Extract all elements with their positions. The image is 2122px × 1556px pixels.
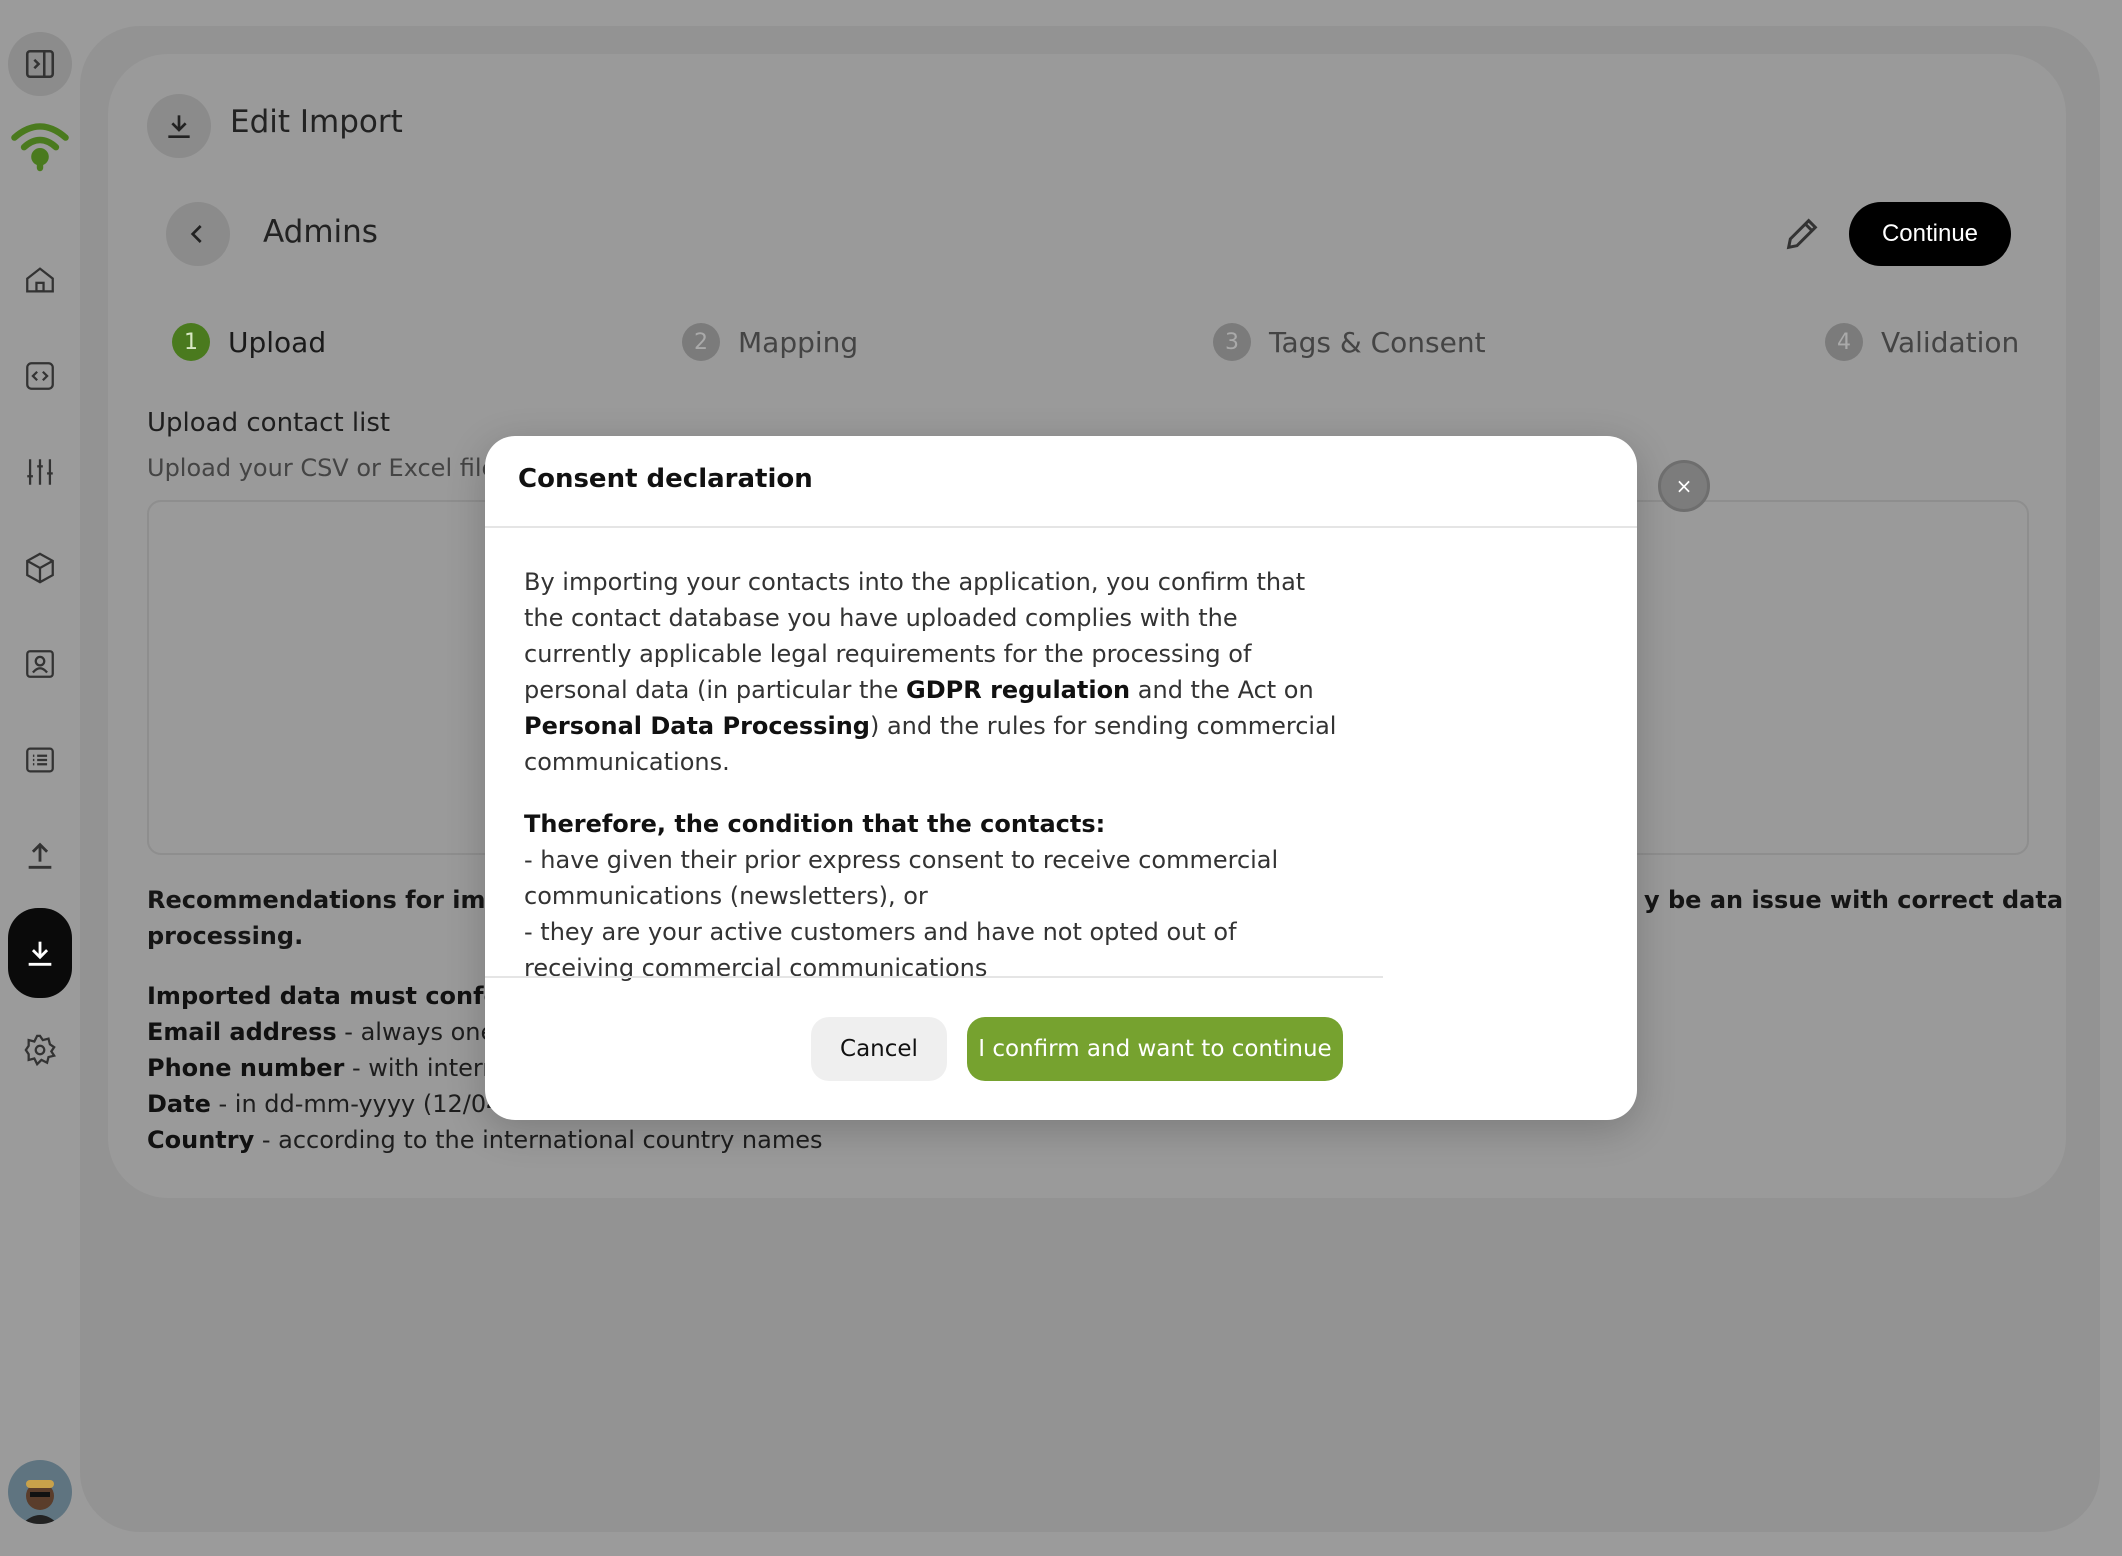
rule-value: - according to the international country… [254,1126,823,1154]
rule-key: Email address [147,1018,337,1046]
sliders-icon[interactable] [8,440,72,504]
page-title: Edit Import [230,104,403,140]
step-upload[interactable]: 1 Upload [172,322,326,362]
step-validation[interactable]: 4 Validation [1825,322,2019,362]
continue-button[interactable]: Continue [1849,202,2011,266]
step-number: 3 [1213,323,1251,361]
upload-icon[interactable] [8,824,72,888]
modal-body: By importing your contacts into the appl… [524,564,1344,1012]
consent-modal: Consent declaration By importing your co… [485,436,1637,1120]
step-label: Upload [228,325,327,359]
avatar[interactable] [8,1460,72,1524]
box-icon[interactable] [8,536,72,600]
step-label: Validation [1881,325,2020,359]
recommendations-text-right: y be an issue with correct data [1644,886,2064,914]
back-button[interactable] [166,202,230,266]
condition-item: - have given their prior express consent… [524,846,1279,910]
step-number: 4 [1825,323,1863,361]
step-number: 2 [682,323,720,361]
consent-text: and the Act on [1130,676,1314,704]
divider [485,526,1637,528]
confirm-button[interactable]: I confirm and want to continue [967,1017,1343,1081]
cancel-button[interactable]: Cancel [811,1017,947,1081]
step-mapping[interactable]: 2 Mapping [682,322,858,362]
contact-icon[interactable] [8,632,72,696]
rule-value: - in dd-mm-yyyy (12/04/2 [210,1090,525,1118]
rule-key: Phone number [147,1054,345,1082]
consent-text-bold: GDPR regulation [906,676,1131,704]
upload-title: Upload contact list [147,408,391,438]
sidebar [0,0,80,1556]
list-icon[interactable] [8,728,72,792]
conditions-paragraph: Therefore, the condition that the contac… [524,806,1344,986]
download-icon [147,94,211,158]
gear-icon[interactable] [8,1018,72,1082]
divider [485,976,1383,978]
back-icon [190,225,202,243]
modal-title: Consent declaration [518,464,813,494]
step-label: Mapping [738,325,859,359]
step-label: Tags & Consent [1269,325,1486,359]
upload-subtitle: Upload your CSV or Excel file co [147,454,532,482]
sidebar-toggle-icon[interactable] [8,32,72,96]
download-icon[interactable] [8,908,72,998]
conditions-title: Therefore, the condition that the contac… [524,810,1106,838]
import-name: Admins [263,214,378,250]
step-number: 1 [172,323,210,361]
home-icon[interactable] [8,248,72,312]
condition-item: - they are your active customers and hav… [524,918,1237,982]
consent-paragraph: By importing your contacts into the appl… [524,564,1344,780]
consent-text-bold: Personal Data Processing [524,712,870,740]
pencil-icon[interactable] [1782,214,1822,254]
close-icon[interactable]: × [1658,460,1710,512]
rule-key: Country [147,1126,255,1154]
rule-key: Date [147,1090,211,1118]
wifi-logo-icon[interactable] [8,112,72,176]
recommendations-text-line2: processing. [147,922,304,950]
code-icon[interactable] [8,344,72,408]
step-tags-consent[interactable]: 3 Tags & Consent [1213,322,1486,362]
